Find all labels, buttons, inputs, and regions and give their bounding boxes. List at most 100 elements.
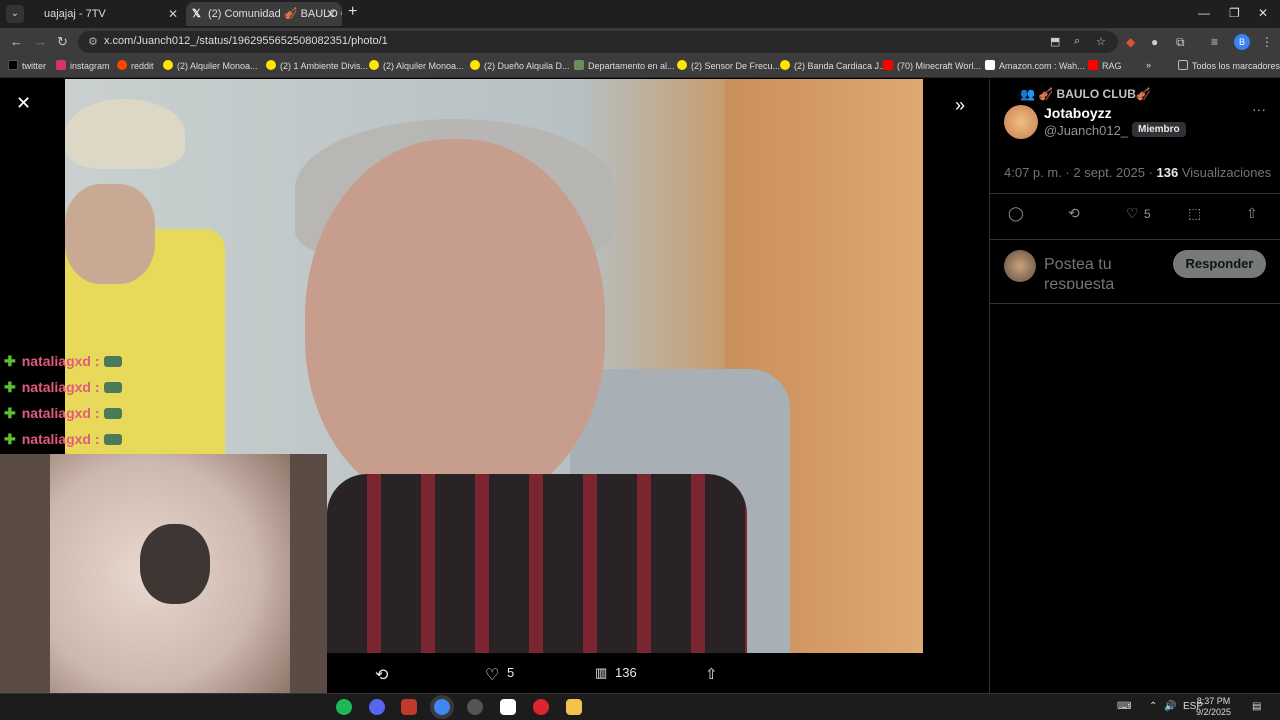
discord-icon[interactable] bbox=[369, 699, 385, 715]
obs-icon[interactable] bbox=[467, 699, 483, 715]
tab-7tv[interactable]: uajajaj - 7TV ✕ bbox=[34, 2, 184, 26]
restore-button[interactable]: ❐ bbox=[1229, 6, 1240, 20]
file-explorer-icon[interactable] bbox=[566, 699, 582, 715]
share-icon[interactable]: ⇧ bbox=[1246, 205, 1258, 222]
media-controls-icon[interactable]: ≡ bbox=[1211, 35, 1218, 49]
profile-avatar[interactable]: B bbox=[1234, 34, 1250, 50]
voicemeeter-icon[interactable] bbox=[401, 699, 417, 715]
back-icon[interactable]: ← bbox=[10, 34, 23, 49]
keyboard-icon[interactable]: ⌨ bbox=[1117, 701, 1131, 712]
divider bbox=[990, 303, 1280, 304]
bookmark-star-icon[interactable]: ☆ bbox=[1096, 35, 1106, 48]
repost-icon[interactable]: ⟲ bbox=[375, 665, 388, 685]
close-tab-icon[interactable]: ✕ bbox=[326, 2, 336, 26]
close-tab-icon[interactable]: ✕ bbox=[168, 2, 178, 26]
like-count: 5 bbox=[1144, 207, 1151, 221]
bookmark-item[interactable]: (2) Alquiler Monoa... bbox=[163, 60, 258, 71]
mercadolibre-icon bbox=[677, 60, 687, 70]
close-icon[interactable]: ✕ bbox=[16, 93, 31, 114]
reply-button[interactable]: Responder bbox=[1173, 250, 1266, 278]
emote-icon bbox=[103, 356, 122, 367]
reply-input[interactable]: Postea tu respuesta bbox=[1044, 255, 1164, 289]
community-name[interactable]: 👥 🎻 BAULO CLUB🎻 bbox=[1020, 87, 1151, 101]
bookmark-item[interactable]: (2) 1 Ambiente Divis... bbox=[266, 60, 368, 71]
extensions-puzzle-icon[interactable]: ⧉ bbox=[1176, 35, 1185, 50]
reddit-icon bbox=[117, 60, 127, 70]
emote-icon bbox=[103, 382, 122, 393]
tab-x-community[interactable]: 𝕏 (2) Comunidad 🎻 BAULO CLUB ✕ bbox=[186, 2, 342, 26]
spotify-icon[interactable] bbox=[336, 699, 352, 715]
avatar bbox=[1004, 250, 1036, 282]
emote-icon bbox=[103, 408, 122, 419]
clock-time: 8:37 PM bbox=[1196, 696, 1231, 706]
url-text: x.com/Juanch012_/status/1962955652508082… bbox=[104, 35, 388, 47]
badge-icon: ✚ bbox=[4, 353, 16, 369]
more-bookmarks-icon[interactable]: » bbox=[1146, 60, 1151, 70]
install-app-icon[interactable]: ⬒ bbox=[1050, 35, 1060, 48]
clock[interactable]: 8:37 PM 9/2/2025 bbox=[1196, 696, 1231, 718]
minimize-button[interactable]: — bbox=[1198, 6, 1210, 20]
photo-region bbox=[305, 139, 605, 509]
bookmark-instagram[interactable]: instagram bbox=[56, 60, 110, 71]
bookmark-item[interactable]: (2) Dueño Alquila D... bbox=[470, 60, 570, 71]
amazon-icon bbox=[985, 60, 995, 70]
more-options-icon[interactable]: ··· bbox=[1252, 101, 1266, 117]
display-name[interactable]: Jotaboyzz bbox=[1044, 105, 1112, 121]
share-icon[interactable]: ⇧ bbox=[705, 665, 718, 683]
avatar[interactable] bbox=[1004, 105, 1038, 139]
bookmark-icon[interactable]: ⬚ bbox=[1188, 205, 1201, 222]
user-handle[interactable]: @Juanch012_ · bbox=[1044, 123, 1136, 138]
opera-icon[interactable] bbox=[533, 699, 549, 715]
like-icon[interactable]: ♡ bbox=[1126, 205, 1139, 222]
photo-region bbox=[65, 184, 155, 284]
menu-kebab-icon[interactable]: ⋮ bbox=[1261, 35, 1273, 49]
bookmark-item[interactable]: Departamento en al... bbox=[574, 60, 675, 71]
notifications-icon[interactable]: ▤ bbox=[1252, 701, 1261, 712]
chat-message: ✚ nataliagxd : bbox=[4, 353, 122, 370]
x-logo-icon: 𝕏 bbox=[192, 8, 201, 20]
site-info-icon[interactable]: ⚙ bbox=[88, 35, 98, 48]
new-tab-button[interactable]: + bbox=[348, 3, 357, 21]
photo-action-bar: ⟲ ♡ 5 ▥ 136 ⇧ bbox=[327, 653, 987, 693]
bookmark-item[interactable]: (2) Banda Cardiaca J... bbox=[780, 60, 887, 71]
extension-icon[interactable]: ● bbox=[1151, 35, 1158, 49]
mercadolibre-icon bbox=[163, 60, 173, 70]
forward-icon[interactable]: → bbox=[34, 34, 47, 49]
bookmark-item[interactable]: (2) Sensor De Frecu... bbox=[677, 60, 780, 71]
volume-icon[interactable]: 🔊 bbox=[1164, 701, 1176, 712]
chrome-icon[interactable] bbox=[434, 699, 450, 715]
tab-search-button[interactable]: ⌄ bbox=[6, 5, 24, 23]
bookmark-twitter[interactable]: twitter bbox=[8, 60, 46, 71]
bookmark-reddit[interactable]: reddit bbox=[117, 60, 154, 71]
photo-region bbox=[327, 474, 747, 653]
expand-panel-icon[interactable]: » bbox=[955, 95, 965, 116]
repost-icon[interactable]: ⟲ bbox=[1068, 205, 1080, 222]
post-actions: ◯ ⟲ ♡ 5 ⬚ ⇧ bbox=[990, 205, 1280, 227]
address-bar[interactable]: ⚙ x.com/Juanch012_/status/19629556525080… bbox=[78, 31, 1118, 53]
window-close-button[interactable]: ✕ bbox=[1258, 6, 1268, 20]
chat-message: ✚ nataliagxd : bbox=[4, 431, 122, 448]
webcam-overlay bbox=[0, 454, 327, 693]
reply-icon[interactable]: ◯ bbox=[1008, 205, 1024, 222]
like-icon[interactable]: ♡ bbox=[485, 665, 499, 685]
views-icon[interactable]: ▥ bbox=[595, 665, 607, 681]
bookmark-item[interactable]: (2) Alquiler Monoa... bbox=[369, 60, 464, 71]
post-timestamp[interactable]: 4:07 p. m. · 2 sept. 2025 · bbox=[1004, 165, 1153, 180]
bookmark-item[interactable]: (70) Minecraft Worl... bbox=[883, 60, 981, 71]
emote-icon bbox=[103, 434, 122, 445]
like-count: 5 bbox=[507, 665, 515, 680]
extension-fox-icon[interactable]: ◆ bbox=[1126, 35, 1135, 49]
app-icon[interactable] bbox=[500, 699, 516, 715]
mercadolibre-icon bbox=[266, 60, 276, 70]
divider bbox=[990, 193, 1280, 194]
photo-region bbox=[65, 99, 185, 169]
badge-icon: ✚ bbox=[4, 405, 16, 421]
all-bookmarks[interactable]: Todos los marcadores bbox=[1178, 60, 1280, 71]
bookmark-rag[interactable]: RAG bbox=[1088, 60, 1122, 71]
bookmarks-bar: twitter instagram reddit (2) Alquiler Mo… bbox=[0, 56, 1280, 78]
bookmark-item[interactable]: Amazon.com : Wah... bbox=[985, 60, 1085, 71]
reload-icon[interactable]: ↻ bbox=[57, 34, 68, 50]
zoom-icon[interactable]: ⌕ bbox=[1074, 35, 1080, 48]
divider bbox=[990, 239, 1280, 240]
tray-overflow-icon[interactable]: ⌃ bbox=[1149, 701, 1157, 712]
